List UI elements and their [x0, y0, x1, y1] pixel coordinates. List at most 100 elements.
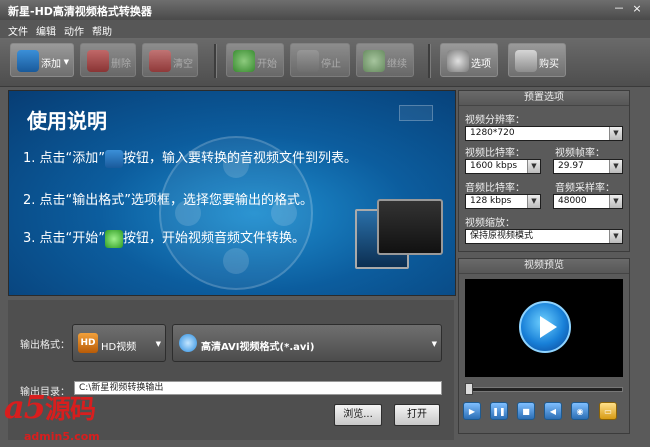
caret-down-icon: ▼ [431, 340, 437, 348]
output-category-value: HD视频 [101, 342, 137, 353]
step-1: 1. 点击“添加” 按钮，输入要转换的音视频文件到列表。 [23, 147, 357, 168]
refresh-icon [233, 50, 255, 72]
caret-down-icon: ▼ [609, 160, 622, 173]
start-button[interactable]: 开始 [226, 43, 284, 77]
volume-icon[interactable]: ◀ [544, 402, 562, 420]
video-zoom-label: 视频缩放： [465, 218, 515, 229]
preview-screen[interactable] [465, 279, 623, 377]
caret-down-icon: ▼ [63, 58, 69, 66]
continue-button[interactable]: 继续 [356, 43, 414, 77]
watermark-url: admin5.com [24, 430, 100, 443]
film-reel-icon [179, 334, 197, 352]
title-bar: 新星-HD高清视频格式转换器 － × [0, 0, 650, 20]
start-label: 开始 [257, 59, 277, 70]
pause-button[interactable]: ❚❚ [490, 402, 508, 420]
preset-options-panel: 预置选项 视频分辨率： 1280*720 ▼ 视频比特率： 视频帧率： 1600 … [458, 90, 630, 252]
output-category-select[interactable]: HD HD视频 ▼ [72, 324, 166, 362]
film-clear-icon [149, 50, 171, 72]
menu-help[interactable]: 帮助 [92, 23, 112, 38]
stop-button-preview[interactable]: ■ [517, 402, 535, 420]
instruction-banner: 使用说明 1. 点击“添加” 按钮，输入要转换的音视频文件到列表。 2. 点击“输… [8, 90, 456, 296]
buy-button[interactable]: 购买 [508, 43, 566, 77]
options-label: 选项 [471, 59, 491, 70]
refresh-icon [105, 229, 124, 248]
a5-watermark-logo: a5源码 admin5.com [0, 384, 142, 447]
caret-down-icon: ▼ [609, 195, 622, 208]
menu-file[interactable]: 文件 [8, 23, 28, 38]
video-bitrate-label: 视频比特率： [465, 148, 525, 159]
output-format-label: 输出格式： [20, 340, 70, 351]
toolbar-separator [428, 44, 431, 78]
video-fps-select[interactable]: 29.97 ▼ [553, 159, 623, 174]
monitor-graphic [377, 199, 443, 255]
stop-button[interactable]: 停止 [290, 43, 350, 77]
buy-label: 购买 [539, 59, 559, 70]
clear-label: 清空 [173, 59, 193, 70]
step-2: 2. 点击“输出格式”选项框，选择您要输出的格式。 [23, 193, 314, 208]
open-button[interactable]: 打开 [394, 404, 440, 426]
watermark-logo-cn: 源码 [45, 395, 96, 425]
caret-down-icon: ▼ [155, 340, 161, 348]
camera-icon[interactable]: ◉ [571, 402, 589, 420]
film-strip-icon [399, 105, 433, 121]
watermark-logo: a5源码 [4, 388, 96, 426]
caret-down-icon: ▼ [527, 160, 540, 173]
preset-options-title: 预置选项 [459, 91, 629, 106]
app-title: 新星-HD高清视频格式转换器 [8, 5, 152, 18]
options-button[interactable]: 选项 [440, 43, 498, 77]
film-add-icon [105, 149, 124, 168]
add-button[interactable]: 添加 ▼ [10, 43, 74, 77]
audio-bitrate-label: 音频比特率： [465, 183, 525, 194]
seek-bar[interactable] [469, 387, 623, 392]
seek-handle[interactable] [465, 383, 473, 395]
resolution-value: 1280*720 [470, 128, 515, 138]
menu-action[interactable]: 动作 [64, 23, 84, 38]
audio-samplerate-select[interactable]: 48000 ▼ [553, 194, 623, 209]
resume-icon [363, 50, 385, 72]
film-add-icon [17, 50, 39, 72]
menu-bar: 文件 编辑 动作 帮助 [0, 20, 650, 39]
continue-label: 继续 [387, 59, 407, 70]
output-format-value: 高清AVI视频格式(*.avi) [201, 342, 315, 353]
stop-label: 停止 [321, 59, 341, 70]
video-preview-title: 视频预览 [459, 259, 629, 274]
audio-bitrate-value: 128 kbps [470, 196, 512, 206]
folder-icon[interactable]: ▭ [599, 402, 617, 420]
video-fps-label: 视频帧率： [555, 148, 605, 159]
step-1-text-a: 1. 点击“添加” [23, 151, 106, 166]
toolbar: 添加 ▼ 删除 清空 开始 停止 继续 选项 购买 [0, 38, 650, 87]
play-icon[interactable] [519, 301, 571, 353]
add-label: 添加 [41, 59, 61, 70]
clear-button[interactable]: 清空 [142, 43, 198, 77]
caret-down-icon: ▼ [609, 127, 622, 140]
cart-icon [515, 50, 537, 72]
film-delete-icon [87, 50, 109, 72]
minimize-button[interactable]: － [612, 2, 626, 16]
video-bitrate-select[interactable]: 1600 kbps ▼ [465, 159, 541, 174]
browse-button[interactable]: 浏览... [334, 404, 382, 426]
stop-icon [297, 50, 319, 72]
delete-button[interactable]: 删除 [80, 43, 136, 77]
video-zoom-select[interactable]: 保持原视频模式 ▼ [465, 229, 623, 244]
step-3: 3. 点击“开始” 按钮，开始视频音频文件转换。 [23, 227, 305, 248]
video-fps-value: 29.97 [558, 161, 584, 171]
menu-edit[interactable]: 编辑 [36, 23, 56, 38]
resolution-label: 视频分辨率： [465, 115, 525, 126]
gear-icon [447, 50, 469, 72]
step-1-text-b: 按钮，输入要转换的音视频文件到列表。 [123, 151, 358, 166]
resolution-select[interactable]: 1280*720 ▼ [465, 126, 623, 141]
watermark-logo-latin: a5 [4, 388, 46, 426]
audio-samplerate-value: 48000 [558, 196, 587, 206]
video-bitrate-value: 1600 kbps [470, 161, 518, 171]
audio-bitrate-select[interactable]: 128 kbps ▼ [465, 194, 541, 209]
caret-down-icon: ▼ [527, 195, 540, 208]
caret-down-icon: ▼ [609, 230, 622, 243]
step-3-text-b: 按钮，开始视频音频文件转换。 [123, 231, 306, 246]
output-format-select[interactable]: 高清AVI视频格式(*.avi) ▼ [172, 324, 442, 362]
video-preview-panel: 视频预览 ▶ ❚❚ ■ ◀ ◉ ▭ [458, 258, 630, 434]
close-button[interactable]: × [630, 2, 644, 16]
step-3-text-a: 3. 点击“开始” [23, 231, 106, 246]
toolbar-separator [214, 44, 217, 78]
play-button[interactable]: ▶ [463, 402, 481, 420]
audio-samplerate-label: 音频采样率： [555, 183, 615, 194]
